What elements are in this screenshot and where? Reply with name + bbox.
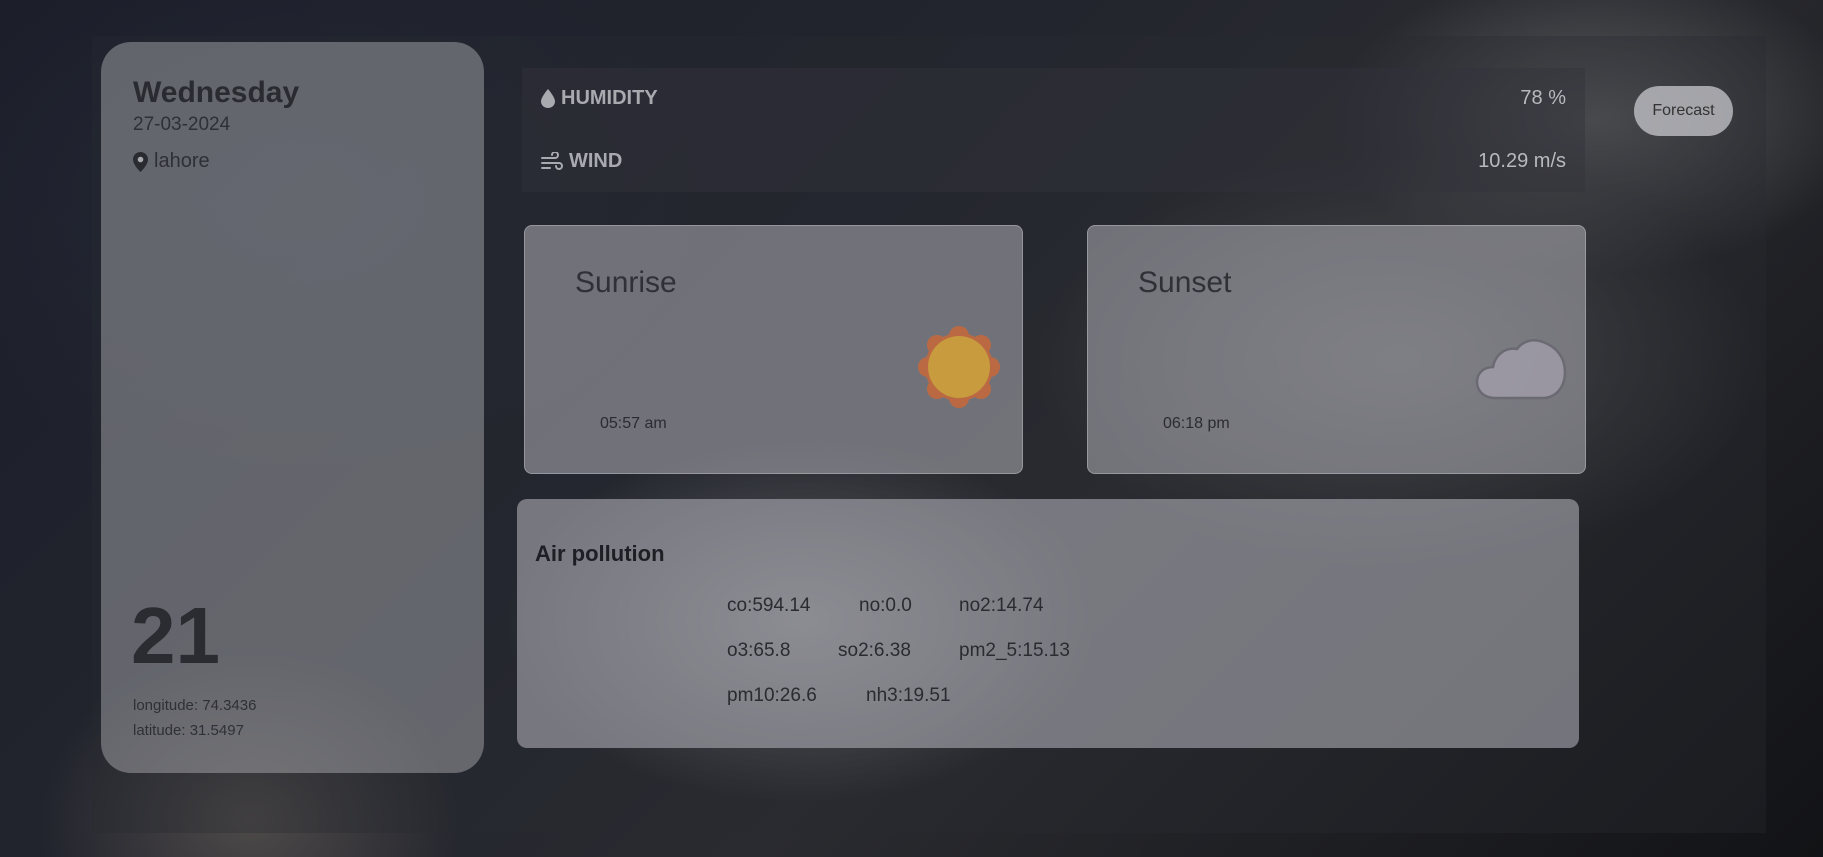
location: lahore [133, 150, 210, 173]
humidity-value: 78 % [1520, 87, 1566, 109]
pollutant-pm10: pm10:26.6 [727, 685, 817, 706]
pollutant-no2: no2:14.74 [959, 595, 1044, 616]
cloud-icon [1475, 339, 1567, 400]
sunrise-time: 05:57 am [600, 415, 667, 432]
sunset-card: Sunset 06:18 pm [1087, 225, 1586, 474]
air-pollution-panel: Air pollution co:594.14 no:0.0 no2:14.74… [517, 499, 1579, 748]
pollutant-co: co:594.14 [727, 595, 811, 616]
sunset-title: Sunset [1138, 266, 1232, 299]
temperature: 21 [131, 591, 220, 680]
day-name: Wednesday [133, 76, 300, 109]
location-pin-icon [133, 151, 148, 172]
wind-icon [541, 151, 563, 170]
sunrise-title: Sunrise [575, 266, 677, 299]
sun-icon [918, 326, 1000, 408]
pollutant-o3: o3:65.8 [727, 640, 791, 661]
city-name: lahore [154, 150, 210, 172]
wind-label-text: WIND [569, 150, 623, 172]
stats-panel [522, 68, 1585, 192]
sunrise-card: Sunrise 05:57 am [524, 225, 1023, 474]
pollutant-so2: so2:6.38 [838, 640, 911, 661]
date-text: 27-03-2024 [133, 114, 231, 135]
sunset-time: 06:18 pm [1163, 415, 1230, 432]
pollutant-nh3: nh3:19.51 [866, 685, 951, 706]
latitude: latitude: 31.5497 [133, 722, 244, 739]
droplet-icon [541, 89, 555, 108]
wind-value: 10.29 m/s [1478, 150, 1566, 172]
longitude: longitude: 74.3436 [133, 697, 257, 714]
pollutant-no: no:0.0 [859, 595, 912, 616]
humidity-label: HUMIDITY [541, 87, 658, 110]
forecast-button[interactable]: Forecast [1634, 86, 1733, 136]
air-pollution-title: Air pollution [535, 541, 665, 566]
humidity-label-text: HUMIDITY [561, 87, 658, 109]
pollutant-pm2-5: pm2_5:15.13 [959, 640, 1070, 661]
wind-label: WIND [541, 150, 622, 173]
